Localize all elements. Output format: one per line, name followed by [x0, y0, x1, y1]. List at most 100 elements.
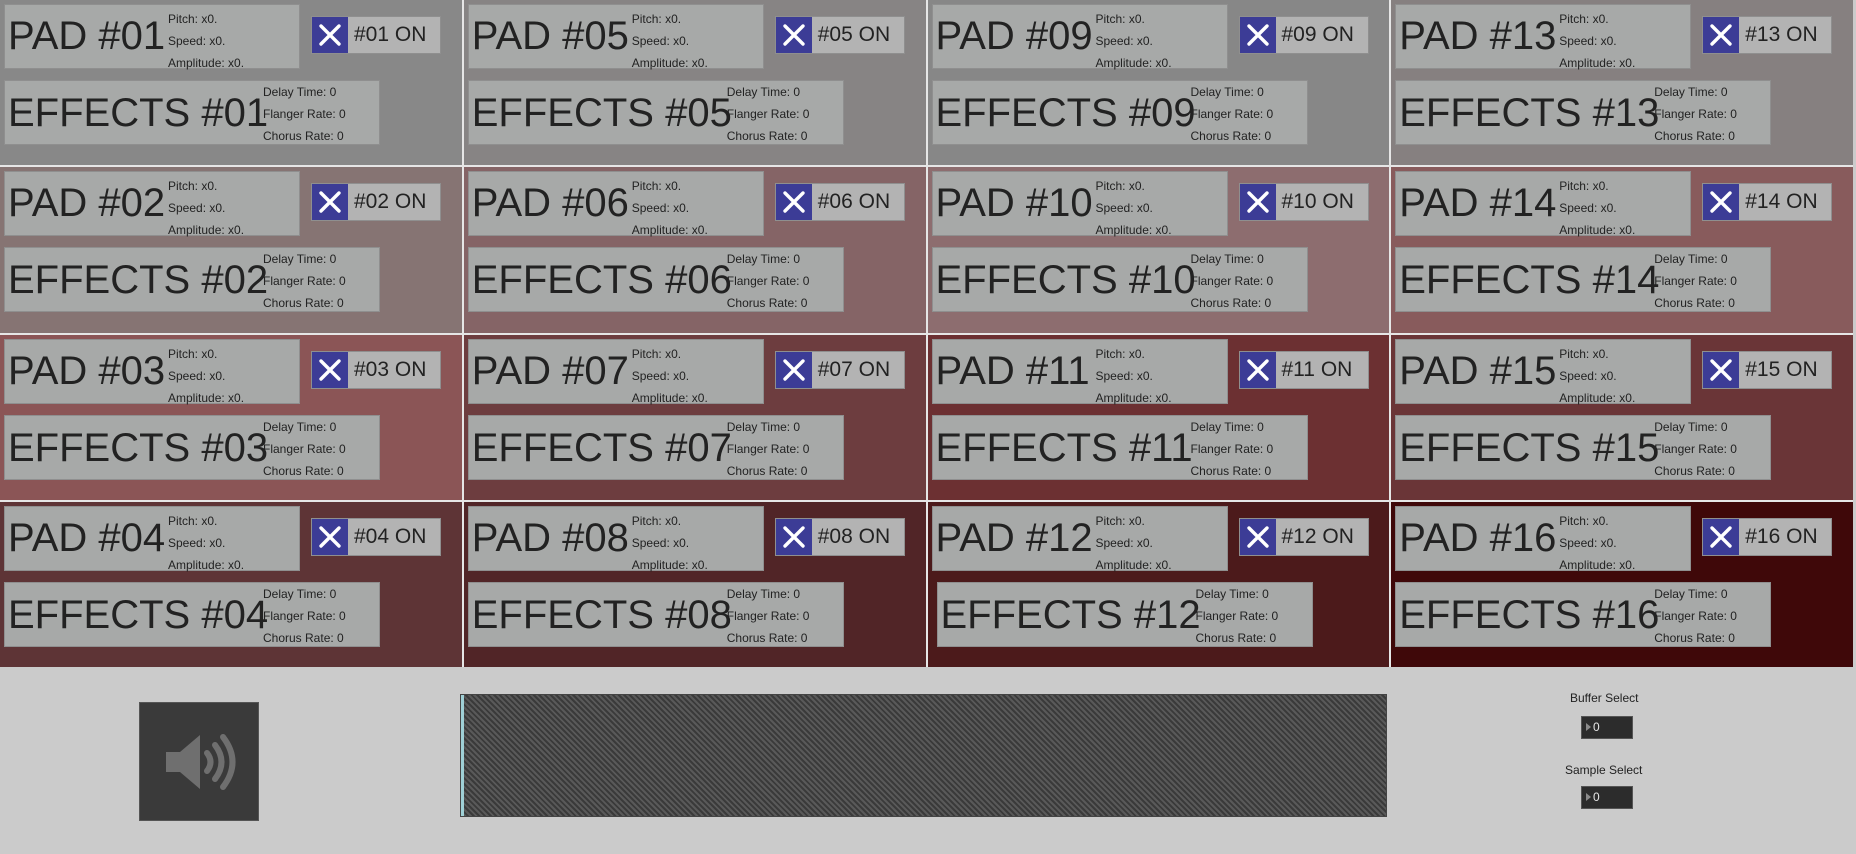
toggle-label: #10 ON: [1281, 190, 1354, 214]
effects-panel[interactable]: EFFECTS #15 Delay Time: 0 Flanger Rate: 0 C…: [1395, 414, 1772, 480]
chorus-rate-readout: Chorus Rate: 0: [1190, 463, 1272, 478]
effects-params: Delay Time: 0 Flanger Rate: 0 Chorus Rate:…: [1191, 248, 1274, 314]
pad-params: Pitch: x0. Speed: x0. Amplitude: x0.: [1559, 8, 1635, 74]
toggle-x-button[interactable]: [312, 17, 348, 53]
pad-toggle[interactable]: #10 ON: [1238, 183, 1369, 222]
pad-toggle[interactable]: #16 ON: [1702, 517, 1833, 556]
pad-panel[interactable]: PAD #09 Pitch: x0. Speed: x0. Amplitude: x0…: [931, 4, 1228, 70]
toggle-x-button[interactable]: [312, 351, 348, 388]
toggle-x-button[interactable]: [1239, 17, 1276, 53]
waveform-display[interactable]: [460, 694, 1387, 817]
effects-panel[interactable]: EFFECTS #11 Delay Time: 0 Flanger Rate: 0 C…: [931, 414, 1308, 482]
toggle-x-button[interactable]: [1703, 351, 1740, 388]
pitch-readout: Pitch: x0.: [631, 513, 682, 528]
pad-panel[interactable]: PAD #12 Pitch: x0. Speed: x0. Amplitude: x0…: [931, 505, 1228, 572]
toggle-x-button[interactable]: [1703, 17, 1740, 53]
effects-title: EFFECTS #08: [471, 592, 732, 637]
speaker-button[interactable]: [139, 702, 259, 821]
toggle-x-button[interactable]: [775, 518, 812, 555]
toggle-label: #02 ON: [354, 190, 427, 214]
speed-readout: Speed: x0.: [631, 368, 690, 383]
close-icon: [1246, 191, 1269, 213]
buffer-select-number[interactable]: 0: [1581, 716, 1633, 739]
chorus-rate-readout: Chorus Rate: 0: [1654, 463, 1735, 478]
close-icon: [319, 358, 341, 381]
delay-time-readout: Delay Time: 0: [1190, 252, 1264, 267]
pad-toggle[interactable]: #03 ON: [311, 350, 441, 389]
pad-panel[interactable]: PAD #16 Pitch: x0. Speed: x0. Amplitude: x0…: [1395, 505, 1692, 572]
pad-panel[interactable]: PAD #06 Pitch: x0. Speed: x0. Amplitude: x0…: [467, 171, 764, 237]
pad-toggle[interactable]: #08 ON: [774, 517, 905, 556]
toggle-x-button[interactable]: [312, 518, 348, 555]
effects-panel[interactable]: EFFECTS #05 Delay Time: 0 Flanger Rate: 0 C…: [467, 80, 844, 145]
amplitude-readout: Amplitude: x0.: [168, 223, 245, 238]
flanger-rate-readout: Flanger Rate: 0: [726, 441, 810, 456]
pad-panel[interactable]: PAD #13 Pitch: x0. Speed: x0. Amplitude: x0…: [1395, 4, 1692, 70]
pad-toggle[interactable]: #09 ON: [1238, 16, 1369, 54]
toggle-x-button[interactable]: [1239, 351, 1276, 388]
pad-panel[interactable]: PAD #14 Pitch: x0. Speed: x0. Amplitude: x0…: [1395, 171, 1692, 237]
pad-cell: PAD #12 Pitch: x0. Speed: x0. Amplitude: x0…: [927, 501, 1390, 667]
pad-panel[interactable]: PAD #10 Pitch: x0. Speed: x0. Amplitude: x0…: [931, 171, 1228, 237]
toggle-x-button[interactable]: [1703, 184, 1740, 221]
effects-panel[interactable]: EFFECTS #10 Delay Time: 0 Flanger Rate: 0 C…: [931, 247, 1308, 314]
toggle-x-button[interactable]: [775, 184, 812, 221]
pad-panel[interactable]: PAD #07 Pitch: x0. Speed: x0. Amplitude: x0…: [467, 338, 764, 405]
pad-toggle[interactable]: #12 ON: [1238, 517, 1369, 556]
toggle-label: #01 ON: [354, 23, 427, 46]
pad-toggle[interactable]: #13 ON: [1702, 16, 1833, 54]
effects-panel[interactable]: EFFECTS #16 Delay Time: 0 Flanger Rate: 0 C…: [1395, 581, 1772, 647]
pitch-readout: Pitch: x0.: [1095, 346, 1145, 361]
pad-panel[interactable]: PAD #08 Pitch: x0. Speed: x0. Amplitude: x0…: [467, 505, 764, 572]
effects-params: Delay Time: 0 Flanger Rate: 0 Chorus Rate:…: [1196, 583, 1279, 649]
pad-toggle[interactable]: #06 ON: [774, 183, 905, 222]
effects-panel[interactable]: EFFECTS #12 Delay Time: 0 Flanger Rate: 0 C…: [936, 581, 1313, 649]
effects-panel[interactable]: EFFECTS #13 Delay Time: 0 Flanger Rate: 0 C…: [1395, 80, 1772, 145]
pad-panel[interactable]: PAD #04 Pitch: x0. Speed: x0. Amplitude: x0…: [4, 505, 300, 572]
pad-toggle[interactable]: #01 ON: [311, 16, 441, 54]
toggle-x-button[interactable]: [1703, 518, 1740, 555]
pad-toggle[interactable]: #15 ON: [1702, 350, 1833, 389]
pad-panel[interactable]: PAD #02 Pitch: x0. Speed: x0. Amplitude: x0…: [4, 171, 300, 237]
pad-toggle[interactable]: #14 ON: [1702, 183, 1833, 222]
pad-panel[interactable]: PAD #03 Pitch: x0. Speed: x0. Amplitude: x0…: [4, 338, 300, 405]
speed-readout: Speed: x0.: [168, 535, 226, 550]
effects-panel[interactable]: EFFECTS #08 Delay Time: 0 Flanger Rate: 0 C…: [467, 581, 844, 647]
toggle-x-button[interactable]: [775, 351, 812, 388]
effects-panel[interactable]: EFFECTS #01 Delay Time: 0 Flanger Rate: 0 C…: [4, 80, 380, 145]
speed-readout: Speed: x0.: [1095, 34, 1153, 48]
effects-panel[interactable]: EFFECTS #14 Delay Time: 0 Flanger Rate: 0 C…: [1395, 247, 1772, 313]
pitch-readout: Pitch: x0.: [1095, 513, 1145, 528]
effects-panel[interactable]: EFFECTS #07 Delay Time: 0 Flanger Rate: 0 C…: [467, 414, 844, 480]
pad-panel[interactable]: PAD #05 Pitch: x0. Speed: x0. Amplitude: x0…: [467, 4, 764, 70]
effects-panel[interactable]: EFFECTS #06 Delay Time: 0 Flanger Rate: 0 C…: [467, 247, 844, 313]
toggle-x-button[interactable]: [1239, 518, 1276, 555]
speed-readout: Speed: x0.: [1559, 535, 1617, 550]
flanger-rate-readout: Flanger Rate: 0: [1195, 608, 1279, 623]
pad-toggle[interactable]: #11 ON: [1238, 350, 1369, 389]
pad-toggle[interactable]: #07 ON: [774, 350, 905, 389]
pad-panel[interactable]: PAD #01 Pitch: x0. Speed: x0. Amplitude: x0…: [4, 4, 300, 70]
pad-toggle[interactable]: #04 ON: [311, 517, 441, 556]
effects-params: Delay Time: 0 Flanger Rate: 0 Chorus Rate:…: [263, 81, 346, 147]
number-arrow-icon: [1586, 793, 1591, 801]
effects-panel[interactable]: EFFECTS #02 Delay Time: 0 Flanger Rate: 0 C…: [4, 247, 380, 313]
playhead[interactable]: [461, 695, 464, 816]
delay-time-readout: Delay Time: 0: [1654, 586, 1728, 601]
pad-panel[interactable]: PAD #11 Pitch: x0. Speed: x0. Amplitude: x0…: [931, 338, 1228, 405]
pad-title: PAD #08: [471, 515, 629, 560]
sample-select-number[interactable]: 0: [1581, 786, 1633, 809]
effects-panel[interactable]: EFFECTS #03 Delay Time: 0 Flanger Rate: 0 C…: [4, 414, 380, 480]
toggle-x-button[interactable]: [1239, 184, 1276, 221]
toggle-x-button[interactable]: [775, 17, 812, 53]
pad-panel[interactable]: PAD #15 Pitch: x0. Speed: x0. Amplitude: x0…: [1395, 338, 1692, 405]
toggle-x-button[interactable]: [312, 184, 348, 221]
flanger-rate-readout: Flanger Rate: 0: [263, 274, 346, 289]
pitch-readout: Pitch: x0.: [1095, 179, 1145, 194]
effects-panel[interactable]: EFFECTS #04 Delay Time: 0 Flanger Rate: 0 C…: [4, 581, 380, 647]
pad-toggle[interactable]: #05 ON: [774, 16, 905, 54]
pad-params: Pitch: x0. Speed: x0. Amplitude: x0.: [1096, 175, 1172, 241]
pad-toggle[interactable]: #02 ON: [311, 183, 441, 222]
effects-params: Delay Time: 0 Flanger Rate: 0 Chorus Rate:…: [1191, 416, 1274, 482]
effects-panel[interactable]: EFFECTS #09 Delay Time: 0 Flanger Rate: 0 C…: [931, 80, 1308, 145]
